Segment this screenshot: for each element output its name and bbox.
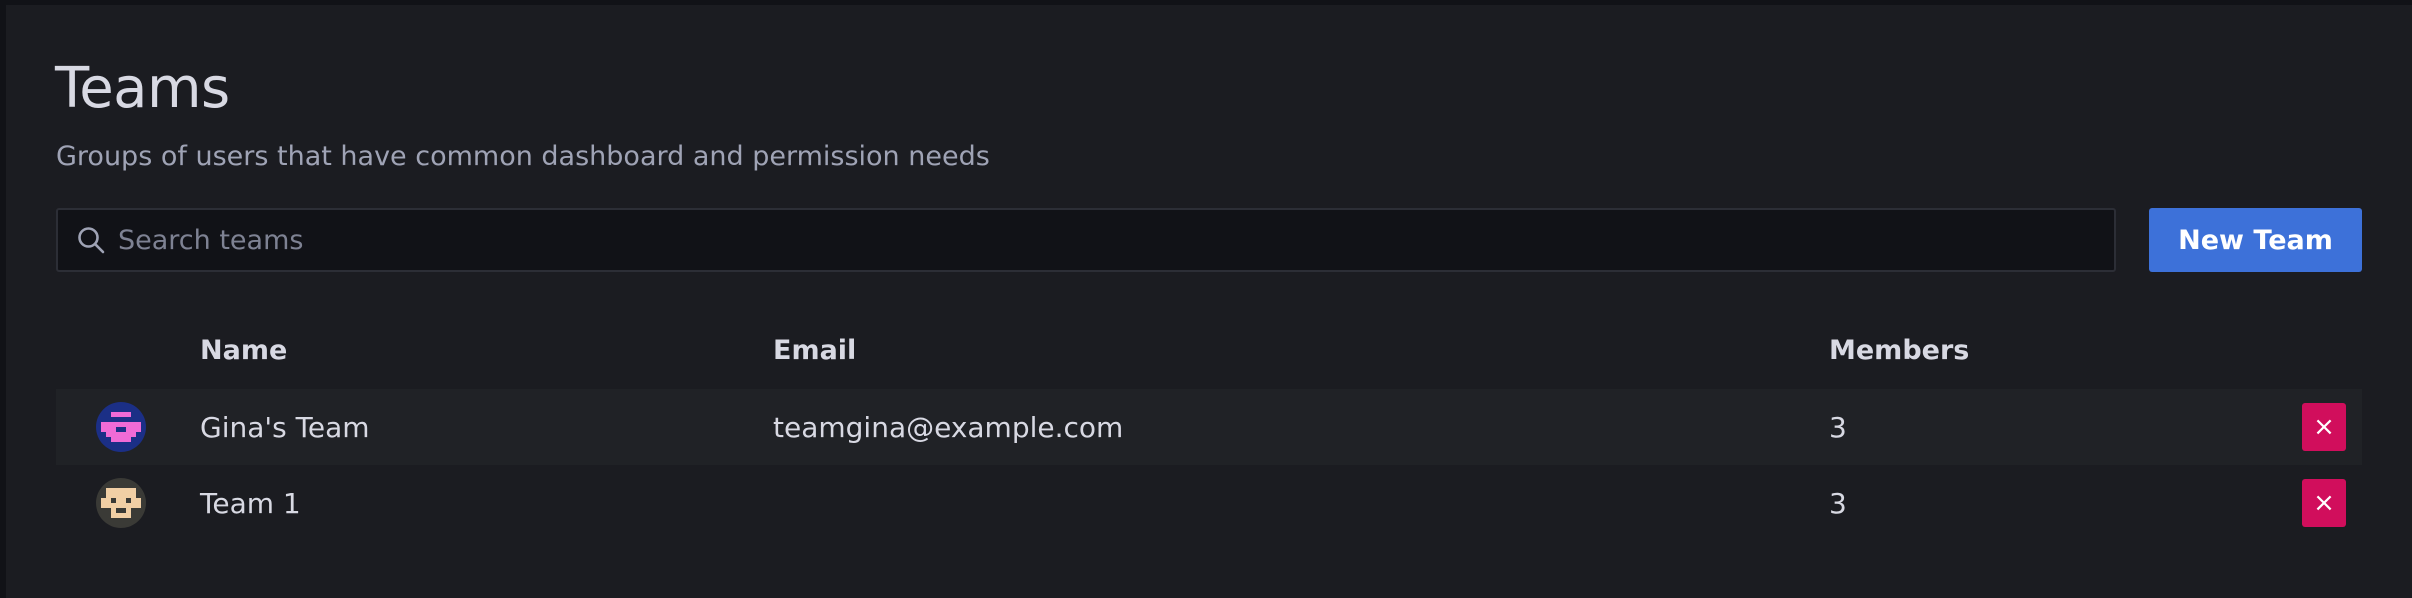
avatar bbox=[96, 478, 146, 528]
delete-team-button[interactable]: × bbox=[2302, 479, 2346, 527]
column-header-members[interactable]: Members bbox=[1829, 335, 1969, 366]
team-members-count[interactable]: 3 bbox=[1829, 465, 1847, 541]
delete-cell: × bbox=[2302, 389, 2346, 465]
new-team-button[interactable]: New Team bbox=[2149, 208, 2362, 272]
team-name[interactable]: Team 1 bbox=[200, 465, 301, 541]
page-title: Teams bbox=[55, 56, 230, 121]
team-email[interactable]: teamgina@example.com bbox=[773, 389, 1123, 465]
page-subtitle: Groups of users that have common dashboa… bbox=[56, 141, 990, 172]
delete-team-button[interactable]: × bbox=[2302, 403, 2346, 451]
team-name[interactable]: Gina's Team bbox=[200, 389, 370, 465]
table-row[interactable]: Team 1 3 × bbox=[56, 465, 2362, 541]
teams-page: Teams Groups of users that have common d… bbox=[6, 5, 2412, 598]
team-members-count[interactable]: 3 bbox=[1829, 389, 1847, 465]
delete-cell: × bbox=[2302, 465, 2346, 541]
search-icon bbox=[74, 223, 108, 257]
team-avatar[interactable] bbox=[96, 389, 146, 465]
table-header: Name Email Members bbox=[56, 325, 2362, 389]
search-input[interactable] bbox=[108, 210, 2114, 270]
avatar bbox=[96, 402, 146, 452]
column-header-email[interactable]: Email bbox=[773, 335, 856, 366]
teams-table: Name Email Members Gina's Team teamgina@… bbox=[56, 325, 2362, 541]
team-avatar[interactable] bbox=[96, 465, 146, 541]
column-header-name[interactable]: Name bbox=[200, 335, 287, 366]
table-row[interactable]: Gina's Team teamgina@example.com 3 × bbox=[56, 389, 2362, 465]
search-box[interactable] bbox=[56, 208, 2116, 272]
